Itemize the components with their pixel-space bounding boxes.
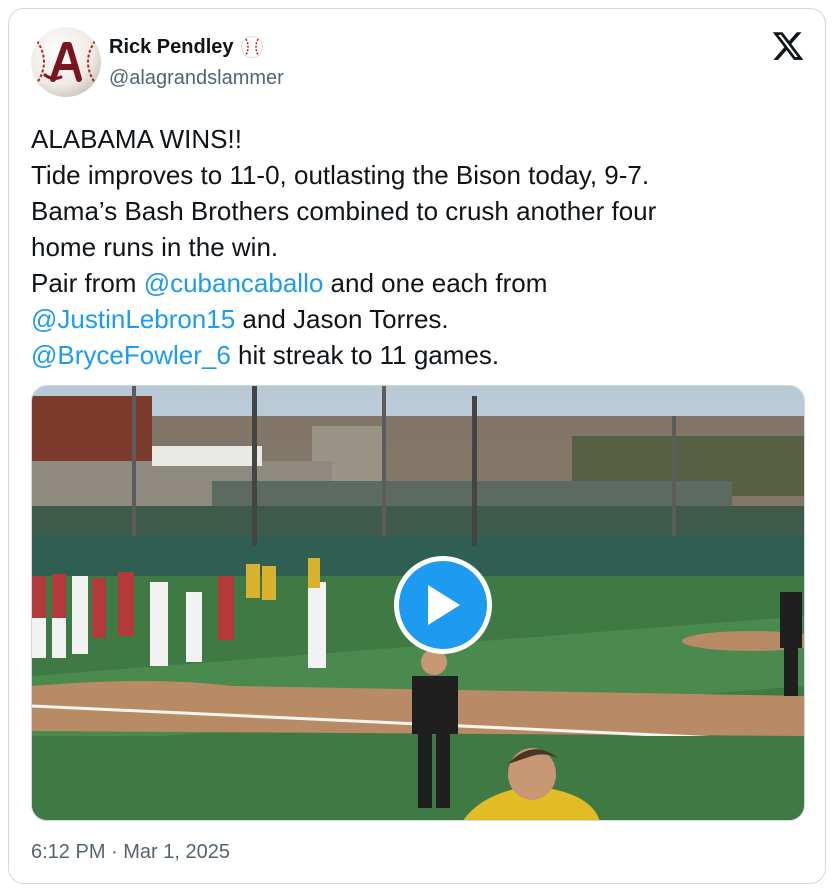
tweet-text-line: ALABAMA WINS!! (31, 121, 811, 157)
tweet-text-segment: and Jason Torres. (235, 304, 449, 334)
tweet-text-segment: Bama’s Bash Brothers combined to crush a… (31, 196, 657, 226)
tweet-text-segment: Pair from (31, 268, 144, 298)
tweet-timestamp[interactable]: 6:12 PM · Mar 1, 2025 (31, 841, 230, 864)
tweet-text: ALABAMA WINS!! Tide improves to 11-0, out… (31, 121, 811, 373)
tweet-text-segment: hit streak to 11 games. (230, 340, 500, 370)
mention-link[interactable]: @cubancaballo (144, 268, 324, 298)
tweet-text-segment: Tide improves to 11-0, outlasting the Bi… (31, 160, 650, 190)
play-icon (428, 585, 460, 625)
baseball-icon (240, 36, 263, 58)
tweet-text-line: @JustinLebron15 and Jason Torres. (31, 301, 811, 337)
author-display-name[interactable]: Rick Pendley (109, 36, 234, 59)
tweet-text-segment: home runs in the win. (31, 232, 279, 262)
tweet-text-line: @BryceFowler_6 hit streak to 11 games. (31, 337, 811, 373)
x-logo-icon[interactable] (771, 29, 805, 63)
tweet-card[interactable]: Rick Pendley @alagrandslammer ALABAMA WI… (8, 8, 826, 884)
author-name[interactable]: Rick Pendley (109, 35, 264, 59)
play-button[interactable] (394, 556, 492, 654)
tweet-text-line: Tide improves to 11-0, outlasting the Bi… (31, 157, 811, 193)
mention-link[interactable]: @BryceFowler_6 (31, 340, 231, 370)
tweet-text-segment: and one each from (323, 268, 548, 298)
mention-link[interactable]: @JustinLebron15 (31, 304, 235, 334)
script-a-baseball-icon (31, 27, 101, 97)
author-handle[interactable]: @alagrandslammer (109, 67, 284, 90)
tweet-text-line: home runs in the win. (31, 229, 811, 265)
tweet-text-segment: ALABAMA WINS!! (31, 124, 242, 154)
video-player[interactable] (31, 385, 805, 821)
tweet-text-line: Pair from @cubancaballo and one each fro… (31, 265, 811, 301)
author-avatar[interactable] (31, 27, 101, 97)
tweet-text-line: Bama’s Bash Brothers combined to crush a… (31, 193, 811, 229)
